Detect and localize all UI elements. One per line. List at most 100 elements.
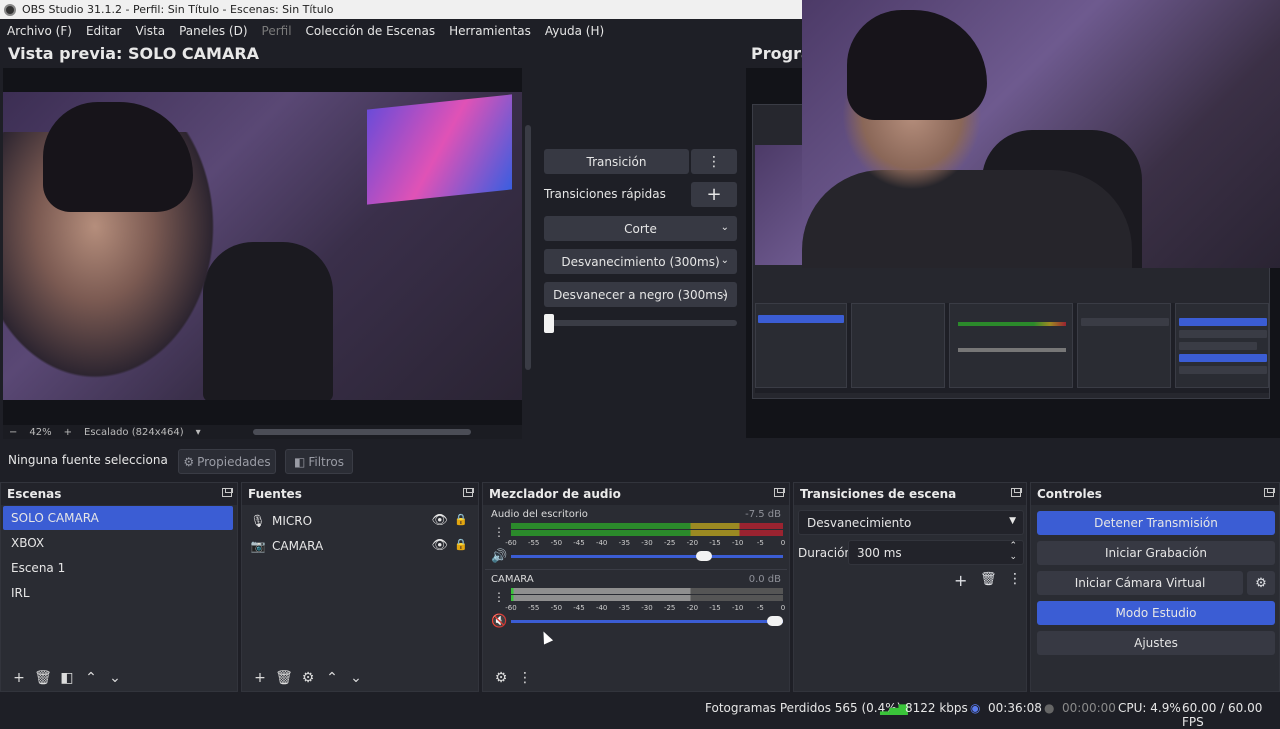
start-recording-button[interactable]: Iniciar Grabación [1037,541,1275,565]
menu-help[interactable]: Ayuda (H) [538,24,611,38]
scenes-dock-header: Escenas [1,483,237,505]
menu-file[interactable]: Archivo (F) [0,24,79,38]
tbar-slider[interactable] [544,314,737,333]
scene-filters-icon[interactable]: ◧ [55,670,79,686]
preview-vscroll[interactable] [525,125,531,370]
lock-icon[interactable]: 🔒 [454,513,468,526]
filters-button[interactable]: ◧ Filtros [285,449,353,474]
nested-meter-2 [958,348,1066,352]
visibility-eye-icon[interactable]: 👁 [431,513,448,528]
scene-item-escena-1[interactable]: Escena 1 [3,556,233,580]
quick-transition-cut[interactable]: Corte ⌄ [544,216,737,241]
advanced-audio-gear-icon[interactable]: ⚙ [489,670,513,686]
add-quick-transition-icon[interactable]: + [691,182,737,207]
studio-mode-button[interactable]: Modo Estudio [1037,601,1275,625]
volume-slider[interactable] [511,551,783,561]
background-monitor [367,94,512,205]
quick-transitions-label: Transiciones rápidas [544,187,666,201]
preview-video[interactable] [3,92,522,400]
add-source-icon[interactable]: + [248,670,272,686]
properties-button[interactable]: ⚙ Propiedades [178,449,276,474]
menu-tools[interactable]: Herramientas [442,24,538,38]
audio-mixer-dock: Mezclador de audio Audio del escritorio … [482,482,790,692]
undock-icon[interactable] [222,488,233,497]
preview-hscroll[interactable] [253,429,471,435]
zoom-out-button[interactable]: − [3,427,23,438]
menu-view[interactable]: Vista [128,24,172,38]
channel-name: Audio del escritorio [491,509,588,520]
menu-scene-collection[interactable]: Colección de Escenas [299,24,443,38]
scenes-dock-title: Escenas [7,487,62,501]
meter-tick-label: -35 [618,539,631,547]
remove-transition-icon[interactable]: 🗑 [980,572,997,587]
channel-menu-icon[interactable]: ⋮ [493,590,505,604]
mixer-dock-header: Mezclador de audio [483,483,789,505]
start-virtual-camera-button[interactable]: Iniciar Cámara Virtual [1037,571,1243,595]
scene-item-xbox[interactable]: XBOX [3,531,233,555]
meter-tick-label: -25 [663,539,676,547]
add-transition-icon[interactable]: + [954,571,967,590]
move-up-icon[interactable]: ⌃ [79,670,103,686]
duration-spinbox[interactable]: 300 ms ⌃ ⌄ [848,540,1024,565]
nested-scenes-panel [755,303,847,388]
quick-transition-fade-black[interactable]: Desvanecer a negro (300ms) ⌄ [544,282,737,307]
quick-transition-fade-label: Desvanecimiento (300ms) [561,254,720,269]
window-titlebar: OBS Studio 31.1.2 - Perfil: Sin Título -… [0,0,802,19]
remove-scene-icon[interactable]: 🗑 [31,670,55,686]
undock-icon[interactable] [1011,488,1022,497]
remove-source-icon[interactable]: 🗑 [272,670,296,686]
meter-tick-label: -20 [686,604,699,612]
mixer-channel-desktop-audio: Audio del escritorio -7.5 dB ⋮ -60 -55 -50… [483,505,789,569]
menu-edit[interactable]: Editar [79,24,129,38]
scene-item-solo-camara[interactable]: SOLO CAMARA [3,506,233,530]
scene-item-irl[interactable]: IRL [3,581,233,605]
transitions-dock-header: Transiciones de escena [794,483,1026,505]
channel-menu-icon[interactable]: ⋮ [493,525,505,539]
volume-slider-knob[interactable] [696,551,713,561]
move-up-icon[interactable]: ⌃ [320,670,344,686]
controls-dock: Controles Detener Transmisión Iniciar Gr… [1030,482,1280,692]
visibility-eye-icon[interactable]: 👁 [431,538,448,553]
muted-speaker-icon[interactable]: 🔇 [491,614,507,629]
move-down-icon[interactable]: ⌄ [103,670,127,686]
lock-icon[interactable]: 🔒 [454,538,468,551]
volume-slider-knob[interactable] [767,616,783,626]
transition-more-icon[interactable]: ⋮ [691,149,737,174]
mixer-menu-icon[interactable]: ⋮ [513,670,537,686]
transition-select[interactable]: Desvanecimiento ▼ [798,510,1024,535]
virtual-camera-settings-gear-icon[interactable]: ⚙ [1247,571,1275,595]
transition-properties-icon[interactable]: ⋮ [1008,571,1022,587]
undock-icon[interactable] [774,488,785,497]
undock-icon[interactable] [463,488,474,497]
meter-tick-label: -55 [527,604,540,612]
cpu-usage: CPU: 4.9% [1118,701,1181,715]
zoom-level: 42% [29,426,52,438]
meter-tick-label: -15 [709,539,721,547]
zoom-in-button[interactable]: + [58,427,78,438]
chevron-down-icon: ⌄ [720,288,729,299]
transition-button[interactable]: Transición [544,149,689,174]
scale-dropdown-icon[interactable]: ▾ [190,427,207,438]
add-scene-icon[interactable]: + [7,670,31,686]
spin-arrows-icon[interactable]: ⌃ ⌄ [1009,541,1017,563]
volume-slider[interactable] [511,616,783,626]
stop-stream-button[interactable]: Detener Transmisión [1037,511,1275,535]
fps: 60.00 / 60.00 FPS [1182,701,1263,729]
sources-dock-title: Fuentes [248,487,302,501]
tbar-handle[interactable] [544,314,554,333]
mixer-toolbar: ⚙ ⋮ [483,664,789,691]
duration-label: Duración [798,546,853,560]
camera-icon: 📷 [250,538,266,553]
source-properties-gear-icon[interactable]: ⚙ [296,670,320,686]
transition-select-value: Desvanecimiento [807,515,912,530]
settings-button[interactable]: Ajustes [1037,631,1275,655]
speaker-icon[interactable]: 🔊 [491,549,507,564]
controls-dock-header: Controles [1031,483,1279,505]
source-item-micro[interactable]: 🎙 MICRO 👁 🔒 [242,508,478,533]
move-down-icon[interactable]: ⌄ [344,670,368,686]
quick-transition-fade[interactable]: Desvanecimiento (300ms) ⌄ [544,249,737,274]
menu-docks[interactable]: Paneles (D) [172,24,254,38]
nested-record [1179,330,1267,338]
undock-icon[interactable] [1264,488,1275,497]
source-item-camara[interactable]: 📷 CAMARA 👁 🔒 [242,533,478,558]
